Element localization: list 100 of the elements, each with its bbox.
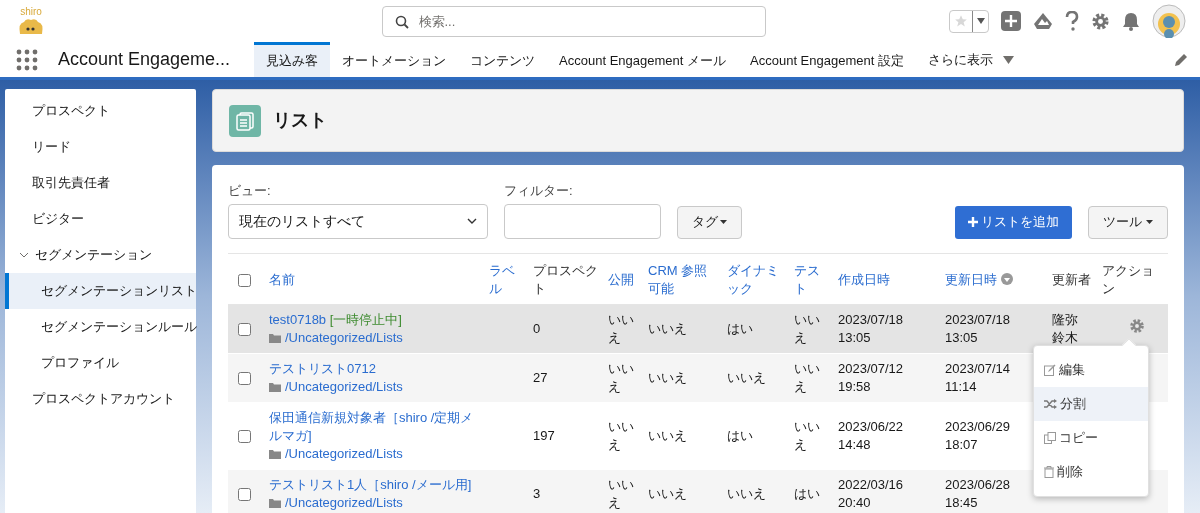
copy-icon — [1044, 432, 1056, 444]
folder-link[interactable]: /Uncategorized/Lists — [285, 494, 403, 512]
folder-link[interactable]: /Uncategorized/Lists — [285, 445, 403, 463]
more-tab[interactable]: さらに表示 — [915, 42, 1026, 77]
table-cell-text: いいえ — [648, 369, 688, 387]
sidebar-item[interactable]: 取引先責任者 — [5, 165, 196, 201]
column-sort-link[interactable]: CRM 参照可能 — [648, 262, 719, 299]
filter-label: フィルター: — [504, 182, 574, 200]
folder-icon — [269, 333, 281, 343]
list-name-link[interactable]: 保田通信新規対象者［shiro /定期メルマガ] — [269, 409, 481, 445]
column-sort-link[interactable]: ラベル — [489, 262, 525, 299]
table-cell-text: 27 — [533, 369, 549, 387]
table-cell-text: 2023/07/14 11:14 — [945, 360, 1012, 396]
column-sort-link[interactable]: テスト — [794, 262, 830, 299]
list-name-link[interactable]: テストリスト0712 — [269, 360, 481, 378]
table-cell-text: いいえ — [648, 485, 688, 503]
sidebar-item[interactable]: プロスペクト — [5, 93, 196, 129]
table-cell-text: いいえ — [648, 427, 688, 445]
nav-tab[interactable]: オートメーション — [330, 42, 459, 77]
plus-icon — [968, 217, 978, 227]
folder-icon — [269, 498, 281, 508]
column-sort-link[interactable]: ダイナミック — [727, 262, 786, 299]
search-field[interactable]: 検索... — [381, 5, 766, 37]
table-cell-text: 2023/07/18 13:05 — [838, 311, 905, 347]
favorites-button[interactable] — [949, 9, 989, 33]
table-cell-text: いいえ — [608, 476, 635, 512]
table-cell-text: 2023/06/28 18:45 — [945, 476, 1012, 512]
column-header: アクション — [1102, 262, 1155, 299]
menu-item[interactable]: 編集 — [1034, 353, 1148, 387]
table-cell-text: はい — [727, 427, 754, 445]
column-header: プロスペクト — [533, 262, 599, 299]
list-name-link[interactable]: テストリスト1人［shiro /メール用] — [269, 476, 481, 494]
column-sort-link[interactable]: 更新日時 — [945, 272, 997, 288]
nav-tab[interactable]: コンテンツ — [458, 42, 548, 77]
nav-tab[interactable]: Account Engagement 設定 — [738, 42, 916, 77]
sidebar-item[interactable]: リード — [5, 129, 196, 165]
table-cell-text: いいえ — [648, 320, 688, 338]
table-cell-text: はい — [794, 485, 821, 503]
caret-down-icon — [1002, 55, 1014, 64]
tag-button[interactable]: タグ — [677, 205, 742, 239]
menu-item[interactable]: コピー — [1034, 421, 1148, 455]
status-label: [一時停止中] — [329, 312, 402, 327]
caret-down-icon — [1146, 220, 1153, 224]
table-cell-text: 隆弥鈴木 — [1052, 311, 1079, 347]
column-sort-link[interactable]: 公開 — [608, 271, 640, 290]
table-cell-text: 2023/06/29 18:07 — [945, 418, 1012, 454]
caret-down-icon — [976, 18, 985, 24]
row-checkbox[interactable] — [238, 429, 251, 443]
table-cell-text: いいえ — [794, 311, 821, 347]
table-cell-text: いいえ — [608, 360, 635, 396]
sidebar-item[interactable]: セグメンテーションルール — [5, 309, 196, 345]
table-cell-text: はい — [727, 320, 754, 338]
help-icon[interactable] — [1065, 11, 1079, 31]
sidebar-item[interactable]: ビジター — [5, 201, 196, 237]
gear-icon[interactable] — [1129, 318, 1145, 335]
nav-tab[interactable]: Account Engagement メール — [547, 42, 739, 77]
row-checkbox[interactable] — [238, 322, 251, 336]
list-name-link[interactable]: test0718b — [269, 312, 327, 327]
view-label: ビュー: — [228, 182, 272, 200]
avatar-icon[interactable] — [1152, 4, 1186, 38]
menu-item[interactable]: 分割 — [1034, 387, 1148, 421]
table-cell-text: 2023/07/18 13:05 — [945, 311, 1012, 347]
sidebar-item[interactable]: セグメンテーション — [5, 237, 196, 273]
tools-button[interactable]: ツール — [1088, 205, 1168, 239]
table-cell-text: いいえ — [608, 311, 635, 347]
app-name: Account Engageme... — [58, 48, 232, 71]
folder-icon — [269, 449, 281, 459]
list-icon — [229, 104, 261, 137]
folder-icon — [269, 382, 281, 392]
table-cell-text: 197 — [533, 427, 556, 445]
sort-descending-icon[interactable] — [1000, 273, 1013, 286]
table-cell-text: いいえ — [608, 418, 635, 454]
folder-link[interactable]: /Uncategorized/Lists — [285, 329, 403, 347]
chevron-icon — [19, 250, 29, 260]
column-header: 更新者 — [1052, 271, 1092, 290]
search-icon — [394, 14, 409, 29]
nav-tab[interactable]: 見込み客 — [254, 42, 331, 77]
pencil-icon — [1044, 364, 1056, 376]
table-cell-text: いいえ — [727, 369, 767, 387]
table-cell-text: 2022/03/16 20:40 — [838, 476, 905, 512]
settings-icon[interactable] — [1091, 11, 1110, 31]
row-checkbox[interactable] — [238, 487, 251, 501]
column-sort-link[interactable]: 作成日時 — [838, 271, 937, 290]
filter-field[interactable] — [504, 203, 661, 239]
notification-bell-icon[interactable] — [1122, 11, 1140, 31]
mountain-icon[interactable] — [1033, 12, 1053, 30]
plus-icon[interactable] — [1001, 11, 1021, 31]
view-select[interactable]: 現在のリストすべて — [228, 203, 488, 239]
table-cell-text: いいえ — [727, 485, 767, 503]
table-cell-text: いいえ — [794, 418, 821, 454]
row-checkbox[interactable] — [238, 371, 251, 385]
sidebar-item[interactable]: プロファイル — [5, 345, 196, 381]
trash-icon — [1044, 466, 1054, 478]
folder-link[interactable]: /Uncategorized/Lists — [285, 378, 403, 396]
column-sort-link[interactable]: 名前 — [269, 271, 481, 290]
sidebar-item[interactable]: セグメンテーションリスト — [5, 273, 196, 309]
menu-item[interactable]: 削除 — [1034, 455, 1148, 489]
select-all-checkbox[interactable] — [238, 273, 251, 287]
add-list-button[interactable]: リストを追加 — [955, 205, 1072, 239]
sidebar-item[interactable]: プロスペクトアカウント — [5, 381, 196, 417]
